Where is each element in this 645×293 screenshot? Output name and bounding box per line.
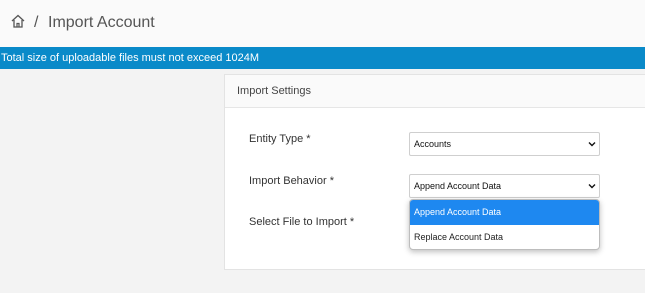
- breadcrumb-separator: /: [34, 14, 39, 31]
- breadcrumb: / Import Account: [0, 0, 645, 47]
- import-behavior-label: Import Behavior *: [249, 175, 334, 187]
- chevron-down-icon: [588, 184, 596, 189]
- select-file-label: Select File to Import *: [249, 216, 355, 228]
- panel-header: Import Settings: [225, 75, 645, 108]
- entity-type-value: Accounts: [414, 139, 452, 149]
- page-title: Import Account: [48, 14, 155, 31]
- import-behavior-value: Append Account Data: [414, 181, 502, 191]
- option-append-account-data[interactable]: Append Account Data: [410, 200, 599, 225]
- entity-type-label: Entity Type *: [249, 133, 311, 145]
- import-behavior-select[interactable]: Append Account Data: [409, 174, 600, 198]
- home-icon[interactable]: [10, 13, 26, 29]
- option-replace-account-data[interactable]: Replace Account Data: [410, 225, 599, 249]
- chevron-down-icon: [588, 142, 596, 147]
- import-behavior-dropdown: Append Account Data Replace Account Data: [409, 199, 600, 250]
- upload-limit-banner: Total size of uploadable files must not …: [0, 47, 645, 69]
- entity-type-select[interactable]: Accounts: [409, 132, 600, 156]
